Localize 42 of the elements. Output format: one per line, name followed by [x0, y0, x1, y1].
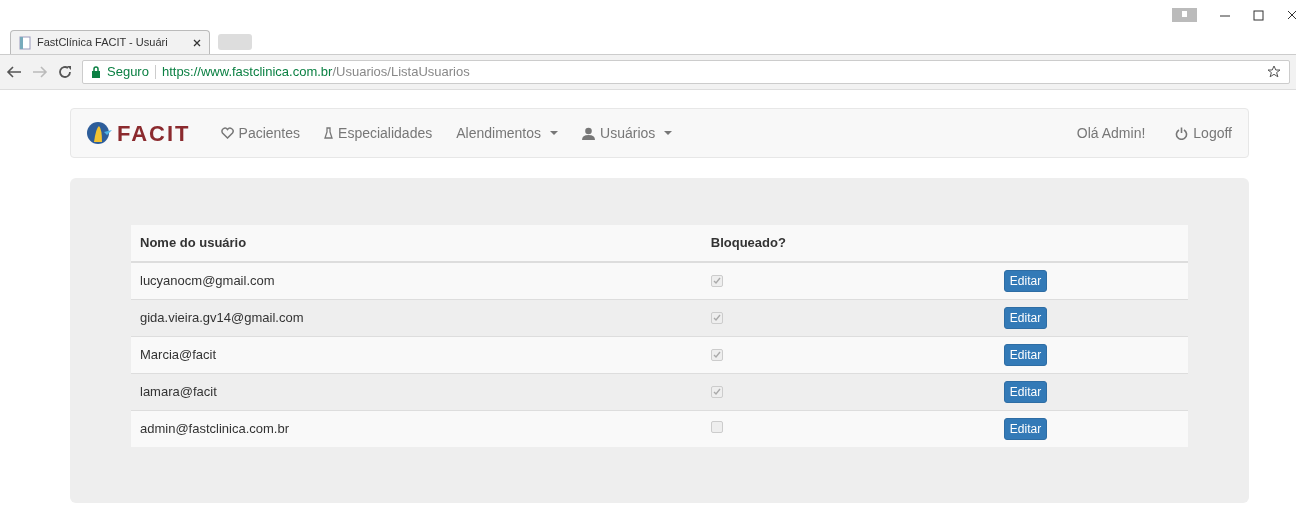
logo-icon	[87, 120, 113, 146]
blocked-checkbox[interactable]	[710, 348, 723, 361]
blocked-checkbox[interactable]	[710, 385, 723, 398]
forward-icon[interactable]	[32, 65, 48, 79]
user-email-cell: admin@fastclinica.com.br	[131, 410, 702, 447]
blocked-checkbox[interactable]	[710, 421, 723, 433]
brand-name: FACIT	[117, 119, 191, 148]
brand-logo[interactable]: FACIT	[87, 116, 191, 150]
nav-dropdown[interactable]: Usuários	[582, 122, 673, 144]
address-bar[interactable]: Seguro https://www.fastclinica.com.br/Usuarios/ListaUsuarios	[82, 60, 1290, 84]
close-icon[interactable]	[193, 38, 201, 47]
page-icon	[19, 35, 31, 50]
close-icon[interactable]	[1287, 9, 1296, 21]
blocked-checkbox[interactable]	[710, 274, 723, 287]
tab-title: FastClínica FACIT - Usuári	[37, 35, 168, 51]
reload-icon[interactable]	[58, 65, 72, 79]
edit-button[interactable]: Editar	[1003, 380, 1048, 403]
edit-button[interactable]: Editar	[1003, 417, 1048, 440]
logoff-link[interactable]: Logoff	[1175, 122, 1232, 144]
lock-icon	[91, 66, 101, 78]
user-email-cell: Marcia@facit	[131, 336, 702, 373]
edit-button[interactable]: Editar	[1003, 343, 1048, 366]
column-header: Bloqueado?	[701, 225, 995, 262]
heart-icon	[220, 127, 234, 139]
greeting-text: Olá Admin!	[1076, 123, 1146, 143]
maximize-icon[interactable]	[1253, 9, 1265, 21]
star-icon[interactable]	[1267, 65, 1281, 79]
nav-link[interactable]: Especialidades	[324, 122, 433, 144]
blocked-checkbox[interactable]	[710, 311, 723, 324]
edit-button[interactable]: Editar	[1003, 306, 1048, 329]
security-label: Seguro	[107, 63, 149, 82]
url-text: https://www.fastclinica.com.br/Usuarios/ListaUsuarios	[161, 63, 470, 82]
user-email-cell: lucyanocm@gmail.com	[131, 261, 702, 299]
edit-button[interactable]: Editar	[1003, 269, 1048, 292]
browser-tab[interactable]: FastClínica FACIT - Usuári	[10, 30, 210, 54]
power-icon	[1175, 126, 1189, 140]
column-header: Nome do usuário	[131, 225, 702, 262]
new-tab-button[interactable]	[218, 34, 252, 50]
back-icon[interactable]	[6, 65, 22, 79]
nav-dropdown[interactable]: Alendimentos	[456, 122, 559, 144]
flask-icon	[324, 126, 334, 140]
nav-link[interactable]: Pacientes	[220, 122, 301, 144]
